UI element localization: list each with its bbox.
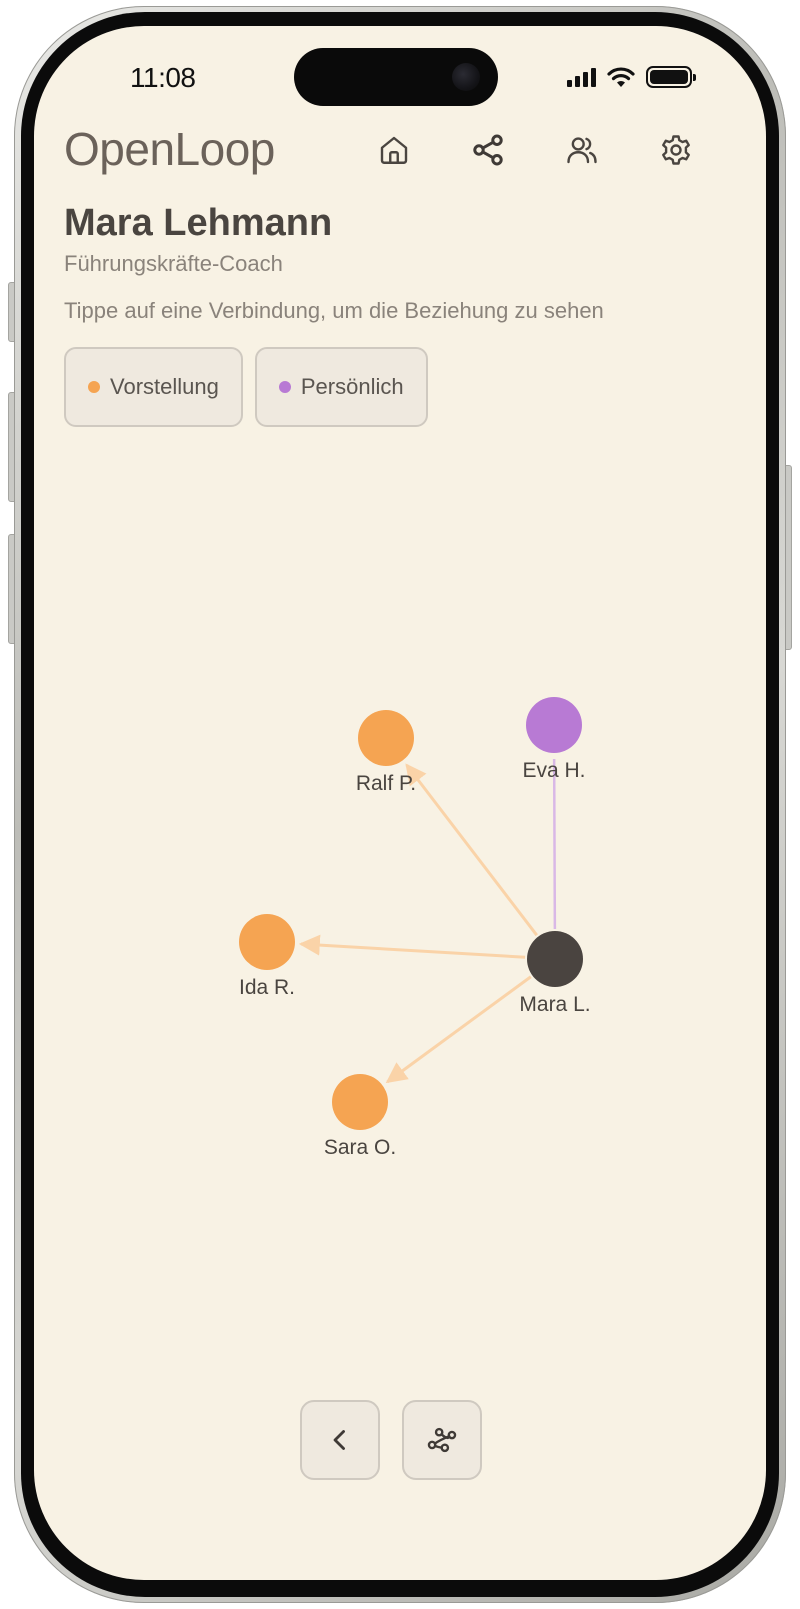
graph-layout-icon xyxy=(427,1427,457,1453)
node-label: Ralf P. xyxy=(356,772,416,795)
edge-mara-ida[interactable] xyxy=(298,934,526,959)
layout-toggle-button[interactable] xyxy=(402,1400,482,1480)
node-circle[interactable] xyxy=(239,914,295,970)
bottom-controls xyxy=(300,1400,482,1480)
node-circle[interactable] xyxy=(526,697,582,753)
graph-node-mara[interactable]: Mara L. xyxy=(519,931,591,1016)
edge-mara-eva[interactable] xyxy=(552,758,557,930)
graph-node-ida[interactable]: Ida R. xyxy=(239,914,295,999)
phone-screen: 11:08 OpenLoop Mara Lehmann Führungskräf… xyxy=(34,26,766,1580)
node-label: Mara L. xyxy=(519,993,590,1016)
node-circle[interactable] xyxy=(527,931,583,987)
node-label: Sara O. xyxy=(324,1136,396,1159)
edge-mara-ralf[interactable] xyxy=(405,763,538,937)
graph-node-eva[interactable]: Eva H. xyxy=(522,697,586,782)
connection-graph: Mara L. Ralf P. Eva H. Ida R. Sara O. xyxy=(239,697,591,1159)
graph-node-sara[interactable]: Sara O. xyxy=(324,1074,396,1159)
graph-node-ralf[interactable]: Ralf P. xyxy=(356,710,416,795)
edge-mara-sara[interactable] xyxy=(385,975,532,1084)
chevron-left-icon xyxy=(333,1430,345,1450)
node-circle[interactable] xyxy=(332,1074,388,1130)
node-circle[interactable] xyxy=(358,710,414,766)
node-label: Ida R. xyxy=(239,976,295,999)
back-button[interactable] xyxy=(300,1400,380,1480)
node-label: Eva H. xyxy=(522,759,585,782)
